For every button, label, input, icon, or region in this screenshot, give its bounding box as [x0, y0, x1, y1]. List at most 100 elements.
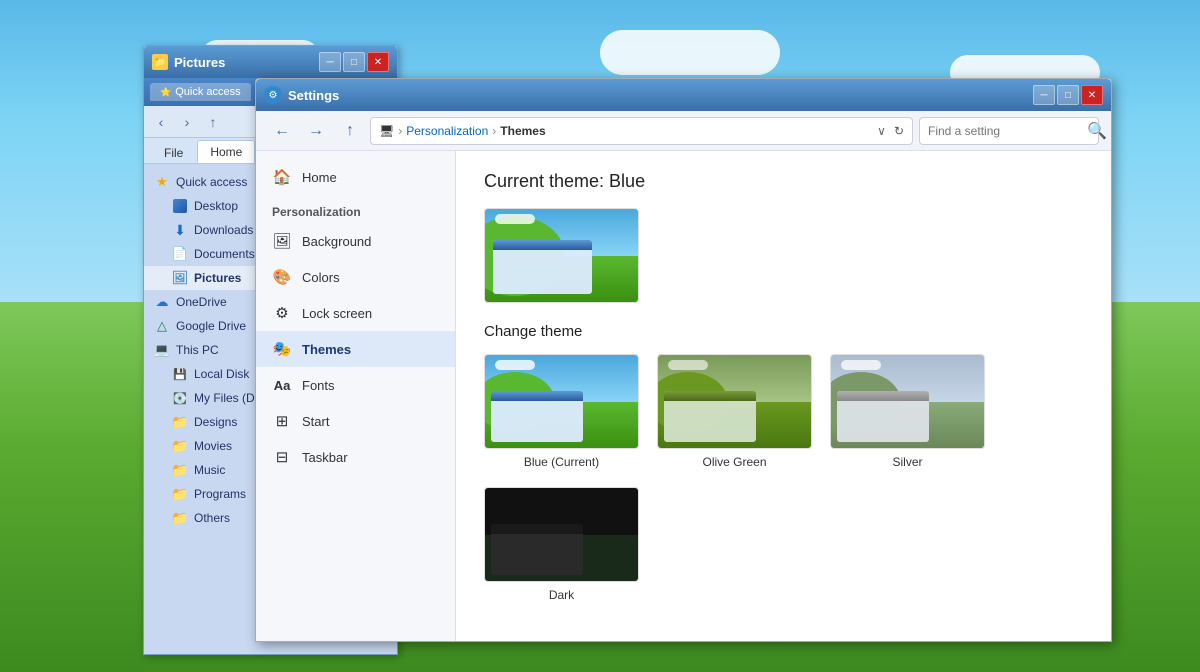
- quick-access-icon: ★: [154, 174, 170, 190]
- tab-quick-access-label: Quick access: [175, 86, 240, 98]
- up-button[interactable]: ↑: [202, 111, 224, 133]
- background-icon: 🖼: [272, 231, 292, 251]
- settings-back-button[interactable]: ←: [268, 117, 296, 145]
- ribbon-tab-file[interactable]: File: [152, 142, 195, 163]
- settings-nav-home[interactable]: 🏠 Home: [256, 159, 455, 195]
- fonts-icon: Aa: [272, 375, 292, 395]
- preview-clouds: [495, 214, 535, 224]
- gdrive-icon: △: [154, 318, 170, 334]
- settings-breadcrumb[interactable]: 🖥 › Personalization › Themes ∨ ↻: [370, 117, 913, 145]
- sidebar-music-label: Music: [194, 463, 225, 477]
- others-folder-icon: 📁: [172, 510, 188, 526]
- documents-icon: 📄: [172, 246, 188, 262]
- settings-nav-taskbar[interactable]: ⊟ Taskbar: [256, 439, 455, 475]
- tab-quick-access[interactable]: ⭐ Quick access: [150, 83, 251, 101]
- home-icon: 🏠: [272, 167, 292, 187]
- my-files-icon: 💽: [172, 390, 188, 406]
- breadcrumb-dropdown-icon[interactable]: ∨: [877, 124, 886, 138]
- back-button[interactable]: ‹: [150, 111, 172, 133]
- settings-lock-screen-label: Lock screen: [302, 306, 372, 321]
- cloud-decoration: [600, 30, 780, 75]
- sidebar-onedrive-label: OneDrive: [176, 295, 227, 309]
- programs-folder-icon: 📁: [172, 486, 188, 502]
- sidebar-this-pc-label: This PC: [176, 343, 219, 357]
- settings-colors-label: Colors: [302, 270, 340, 285]
- settings-titlebar: ⚙ Settings ─ □ ✕: [256, 79, 1111, 111]
- pictures-icon: 🖼: [172, 270, 188, 286]
- current-theme-artwork: [485, 209, 638, 302]
- settings-nav-fonts[interactable]: Aa Fonts: [256, 367, 455, 403]
- fe-close-button[interactable]: ✕: [367, 52, 389, 72]
- settings-nav-lock-screen[interactable]: ⚙ Lock screen: [256, 295, 455, 331]
- sidebar-downloads-label: Downloads: [194, 223, 253, 237]
- forward-button[interactable]: ›: [176, 111, 198, 133]
- search-icon: 🔍: [1087, 121, 1107, 141]
- quick-access-star-icon: ⭐: [160, 87, 171, 98]
- settings-close-button[interactable]: ✕: [1081, 85, 1103, 105]
- settings-home-label: Home: [302, 170, 337, 185]
- current-theme-title: Current theme: Blue: [484, 171, 1083, 192]
- settings-window: ⚙ Settings ─ □ ✕ ← → ↑ 🖥 › Personalizati…: [255, 78, 1112, 642]
- fe-minimize-button[interactable]: ─: [319, 52, 341, 72]
- sidebar-programs-label: Programs: [194, 487, 246, 501]
- fe-maximize-button[interactable]: □: [343, 52, 365, 72]
- theme-silver-preview[interactable]: [830, 354, 985, 449]
- settings-content: 🏠 Home Personalization 🖼 Background 🎨 Co…: [256, 151, 1111, 641]
- settings-forward-button[interactable]: →: [302, 117, 330, 145]
- breadcrumb-refresh-icon[interactable]: ↻: [894, 124, 904, 138]
- change-theme-heading: Change theme: [484, 323, 1083, 340]
- preview-window: [493, 240, 592, 294]
- sidebar-documents-label: Documents: [194, 247, 255, 261]
- sidebar-desktop-label: Desktop: [194, 199, 238, 213]
- theme-dark-item[interactable]: Dark: [484, 487, 639, 602]
- breadcrumb-themes: Themes: [500, 124, 545, 138]
- themes-grid: Blue (Current): [484, 354, 1083, 602]
- theme-olive-label: Olive Green: [702, 455, 766, 469]
- themes-icon: 🎭: [272, 339, 292, 359]
- theme-silver-label: Silver: [892, 455, 922, 469]
- current-theme-preview[interactable]: [484, 208, 639, 303]
- settings-minimize-button[interactable]: ─: [1033, 85, 1055, 105]
- settings-nav-colors[interactable]: 🎨 Colors: [256, 259, 455, 295]
- settings-maximize-button[interactable]: □: [1057, 85, 1079, 105]
- file-explorer-titlebar: 📁 Pictures ─ □ ✕: [144, 46, 397, 78]
- breadcrumb-personalization[interactable]: Personalization: [406, 124, 488, 138]
- sidebar-others-label: Others: [194, 511, 230, 525]
- breadcrumb-pc-icon: 🖥: [379, 124, 394, 138]
- settings-main-content: Current theme: Blue Change theme: [456, 151, 1111, 641]
- settings-themes-label: Themes: [302, 342, 351, 357]
- file-explorer-icon: 📁: [152, 54, 168, 70]
- settings-search-input[interactable]: [928, 124, 1083, 138]
- desktop-icon: [172, 198, 188, 214]
- breadcrumb-sep1: ›: [398, 124, 402, 138]
- sidebar-pictures-label: Pictures: [194, 271, 241, 285]
- settings-nav: ← → ↑ 🖥 › Personalization › Themes ∨ ↻ 🔍: [256, 111, 1111, 151]
- settings-start-label: Start: [302, 414, 329, 429]
- theme-blue-item[interactable]: Blue (Current): [484, 354, 639, 469]
- theme-olive-preview[interactable]: [657, 354, 812, 449]
- sidebar-local-disk-label: Local Disk: [194, 367, 249, 381]
- settings-nav-themes[interactable]: 🎭 Themes: [256, 331, 455, 367]
- settings-search-box[interactable]: 🔍: [919, 117, 1099, 145]
- start-icon: ⊞: [272, 411, 292, 431]
- settings-nav-background[interactable]: 🖼 Background: [256, 223, 455, 259]
- settings-personalization-header: Personalization: [256, 195, 455, 223]
- settings-title: Settings: [288, 88, 1033, 103]
- settings-nav-start[interactable]: ⊞ Start: [256, 403, 455, 439]
- taskbar-icon: ⊟: [272, 447, 292, 467]
- theme-dark-label: Dark: [549, 588, 574, 602]
- settings-sidebar: 🏠 Home Personalization 🖼 Background 🎨 Co…: [256, 151, 456, 641]
- file-explorer-controls: ─ □ ✕: [319, 52, 389, 72]
- settings-taskbar-label: Taskbar: [302, 450, 348, 465]
- settings-up-button[interactable]: ↑: [336, 117, 364, 145]
- breadcrumb-sep2: ›: [492, 124, 496, 138]
- theme-silver-item[interactable]: Silver: [830, 354, 985, 469]
- sidebar-gdrive-label: Google Drive: [176, 319, 246, 333]
- theme-dark-preview[interactable]: [484, 487, 639, 582]
- quick-access-label: Quick access: [176, 175, 247, 189]
- colors-icon: 🎨: [272, 267, 292, 287]
- theme-olive-item[interactable]: Olive Green: [657, 354, 812, 469]
- music-folder-icon: 📁: [172, 462, 188, 478]
- ribbon-tab-home[interactable]: Home: [197, 140, 255, 163]
- theme-blue-preview[interactable]: [484, 354, 639, 449]
